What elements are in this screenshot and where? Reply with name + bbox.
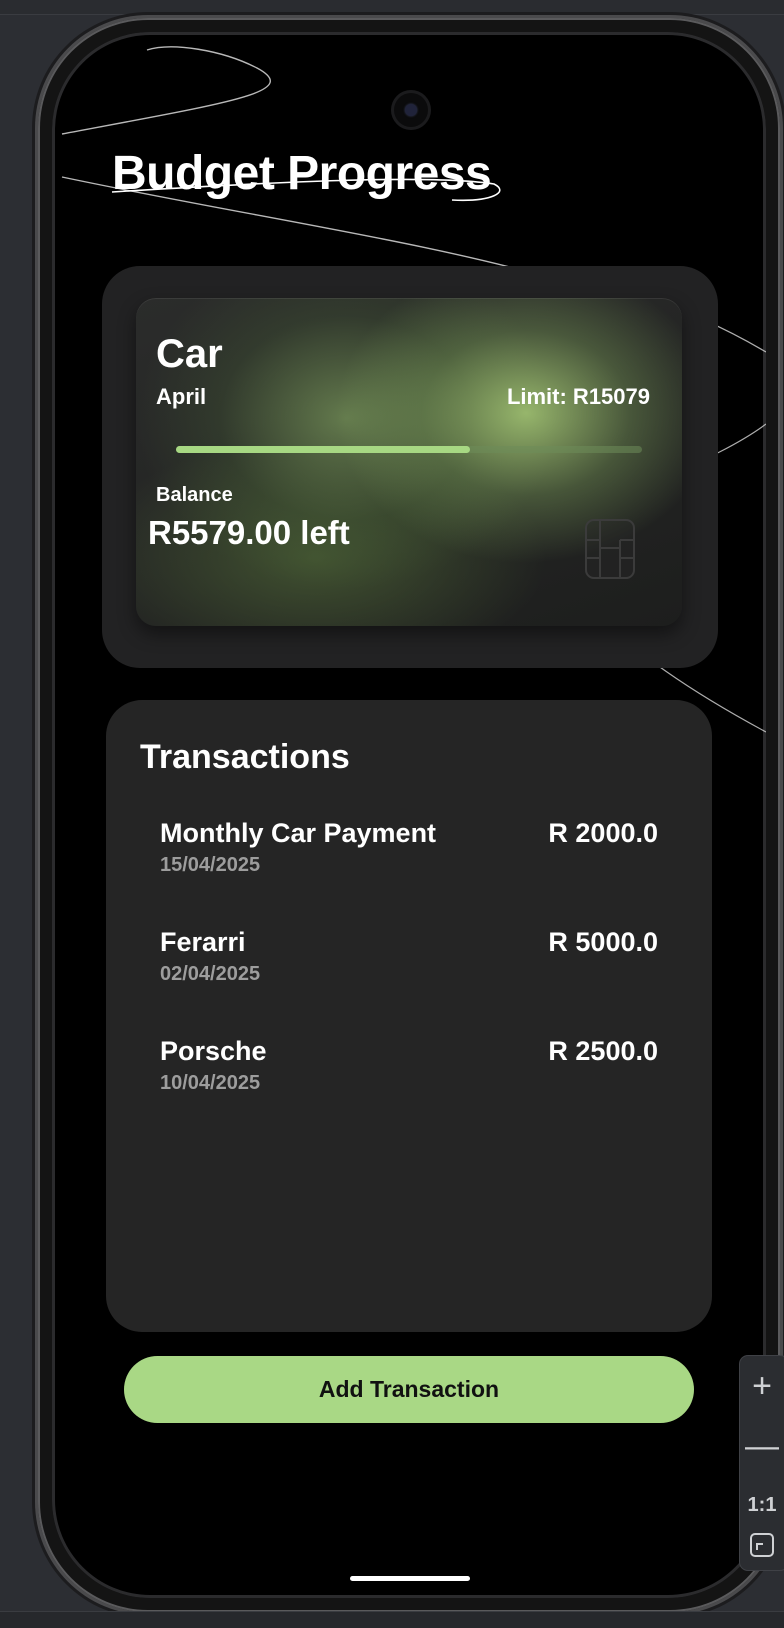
- card-chip-icon: [585, 519, 635, 579]
- front-camera: [391, 90, 431, 130]
- transactions-heading: Transactions: [140, 738, 350, 776]
- transaction-name: Ferarri: [160, 927, 246, 957]
- emulator-canvas: Budget Progress Car April Limit: R15079 …: [0, 0, 784, 1628]
- transaction-date: 10/04/2025: [160, 1072, 261, 1094]
- emulator-bottom-bar: [0, 1611, 784, 1628]
- transaction-row[interactable]: Porsche 10/04/2025 R 2500.0: [160, 1036, 658, 1145]
- add-transaction-button[interactable]: Add Transaction: [124, 1356, 694, 1423]
- budget-limit: Limit: R15079: [506, 384, 650, 409]
- transaction-name: Monthly Car Payment: [160, 818, 437, 848]
- fit-screen-icon[interactable]: [740, 1526, 784, 1562]
- zoom-out-button[interactable]: —: [740, 1424, 784, 1468]
- balance-label: Balance: [156, 484, 233, 506]
- home-indicator[interactable]: [350, 1576, 470, 1581]
- transaction-date: 15/04/2025: [160, 854, 261, 876]
- zoom-ratio-button[interactable]: 1:1: [740, 1490, 784, 1520]
- page-title: Budget Progress: [112, 147, 492, 200]
- budget-category: Car: [156, 332, 223, 376]
- transactions-panel: Transactions Monthly Car Payment 15/04/2…: [106, 700, 712, 1332]
- budget-card-container: Car April Limit: R15079 Balance R5579.00…: [102, 266, 718, 668]
- transaction-row[interactable]: Ferarri 02/04/2025 R 5000.0: [160, 927, 658, 1036]
- budget-card[interactable]: Car April Limit: R15079 Balance R5579.00…: [136, 298, 682, 626]
- budget-progress-fill: [176, 446, 470, 453]
- transaction-date: 02/04/2025: [160, 963, 261, 985]
- phone-frame: Budget Progress Car April Limit: R15079 …: [38, 18, 780, 1612]
- transactions-list: Monthly Car Payment 15/04/2025 R 2000.0 …: [160, 818, 658, 1145]
- transaction-amount: R 2500.0: [548, 1036, 658, 1066]
- balance-value: R5579.00 left: [148, 514, 350, 551]
- emulator-top-bar: [0, 0, 784, 15]
- budget-month: April: [156, 384, 207, 409]
- phone-screen: Budget Progress Car April Limit: R15079 …: [52, 32, 766, 1598]
- transaction-row[interactable]: Monthly Car Payment 15/04/2025 R 2000.0: [160, 818, 658, 927]
- emulator-zoom-controls: + — 1:1: [740, 1356, 784, 1570]
- transaction-amount: R 5000.0: [548, 927, 658, 957]
- zoom-in-button[interactable]: +: [740, 1364, 784, 1408]
- budget-progress-bar: [176, 446, 642, 453]
- transaction-name: Porsche: [160, 1036, 267, 1066]
- transaction-amount: R 2000.0: [548, 818, 658, 848]
